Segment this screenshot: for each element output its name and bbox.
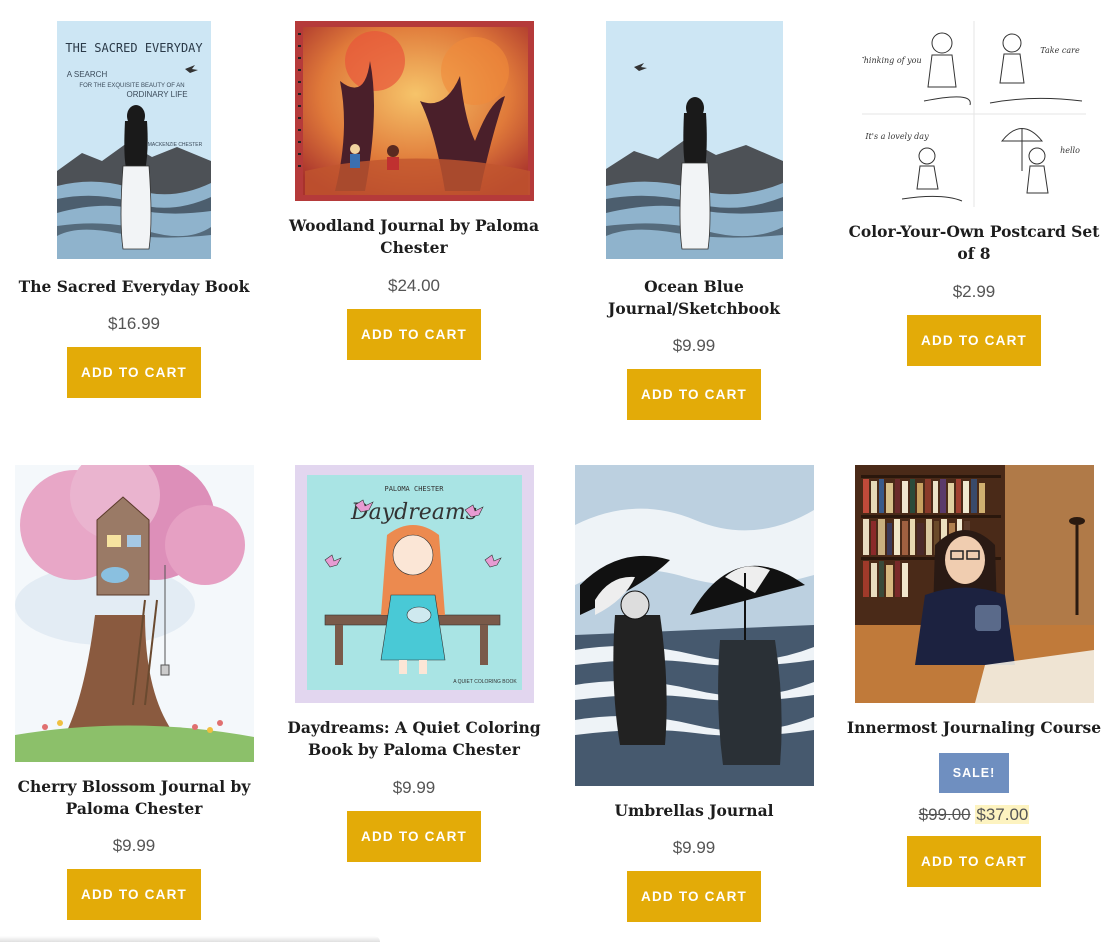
cover-author: MACKENZIE CHESTER — [148, 142, 203, 148]
cover-subtitle: A SEARCH — [67, 70, 108, 79]
add-to-cart-button[interactable]: ADD TO CART — [627, 369, 761, 420]
product-card: Umbrellas Journal $9.99 ADD TO CART — [554, 465, 834, 922]
product-title[interactable]: Innermost Journaling Course — [834, 717, 1114, 739]
postcard-caption: Thinking of you — [862, 56, 922, 65]
product-price: $99.00 $37.00 — [834, 805, 1114, 825]
product-price: $9.99 — [672, 336, 716, 355]
product-card: PALOMA CHESTER Daydreams A QUIET COLORIN… — [274, 465, 554, 862]
product-image[interactable] — [854, 465, 1094, 703]
postcard-set-art: Thinking of you Take care It's a lovely … — [862, 21, 1086, 207]
course-photo — [854, 465, 1094, 703]
product-image[interactable]: Thinking of you Take care It's a lovely … — [862, 21, 1086, 207]
original-price: $99.00 — [918, 805, 971, 824]
product-card: Woodland Journal by Paloma Chester $24.0… — [274, 21, 554, 360]
journal-cover-art — [14, 465, 254, 762]
product-title[interactable]: The Sacred Everyday Book — [0, 276, 274, 298]
add-to-cart-button[interactable]: ADD TO CART — [67, 347, 201, 398]
cover-subtitle: FOR THE EXQUISITE BEAUTY OF AN — [79, 83, 184, 89]
product-card: Thinking of you Take care It's a lovely … — [834, 21, 1114, 366]
product-price: $9.99 — [392, 778, 436, 797]
journal-cover-art — [574, 465, 814, 786]
product-image[interactable] — [14, 465, 254, 762]
journal-cover-art — [294, 21, 534, 201]
product-card: Cherry Blossom Journal by Paloma Chester… — [0, 465, 274, 920]
cover-title: THE SACRED EVERYDAY — [65, 41, 203, 55]
product-image[interactable]: PALOMA CHESTER Daydreams A QUIET COLORIN… — [294, 465, 534, 703]
product-image[interactable] — [574, 465, 814, 786]
product-title[interactable]: Ocean Blue Journal/Sketchbook — [554, 276, 834, 320]
product-title[interactable]: Umbrellas Journal — [554, 800, 834, 822]
add-to-cart-button[interactable]: ADD TO CART — [907, 836, 1041, 887]
product-image[interactable] — [294, 21, 534, 201]
postcard-caption: Take care — [1040, 46, 1080, 55]
product-title[interactable]: Cherry Blossom Journal by Paloma Chester — [0, 776, 274, 820]
add-to-cart-button[interactable]: ADD TO CART — [627, 871, 761, 922]
product-card: Innermost Journaling Course SALE! $99.00… — [834, 465, 1114, 887]
book-cover-art: THE SACRED EVERYDAY A SEARCH FOR THE EXQ… — [57, 21, 211, 259]
cover-footer: A QUIET COLORING BOOK — [453, 679, 517, 685]
add-to-cart-button[interactable]: ADD TO CART — [347, 309, 481, 360]
product-card: THE SACRED EVERYDAY A SEARCH FOR THE EXQ… — [0, 21, 274, 398]
coloring-book-cover-art: PALOMA CHESTER Daydreams A QUIET COLORIN… — [294, 465, 534, 703]
product-title[interactable]: Daydreams: A Quiet Coloring Book by Palo… — [274, 717, 554, 761]
product-card: Ocean Blue Journal/Sketchbook $9.99 ADD … — [554, 21, 834, 420]
postcard-caption: hello — [1060, 146, 1080, 155]
product-image[interactable] — [605, 21, 783, 259]
product-title[interactable]: Woodland Journal by Paloma Chester — [274, 215, 554, 259]
product-price: $9.99 — [672, 838, 716, 857]
cover-subtitle: ORDINARY LIFE — [126, 90, 187, 99]
product-price: $2.99 — [952, 282, 996, 301]
product-price: $24.00 — [388, 276, 440, 295]
bottom-shadow — [0, 936, 380, 942]
postcard-caption: It's a lovely day — [864, 132, 929, 141]
sale-price: $37.00 — [975, 805, 1030, 824]
cover-author: PALOMA CHESTER — [384, 485, 444, 493]
product-image[interactable]: THE SACRED EVERYDAY A SEARCH FOR THE EXQ… — [57, 21, 211, 259]
product-price: $9.99 — [112, 836, 156, 855]
add-to-cart-button[interactable]: ADD TO CART — [907, 315, 1041, 366]
add-to-cart-button[interactable]: ADD TO CART — [67, 869, 201, 920]
add-to-cart-button[interactable]: ADD TO CART — [347, 811, 481, 862]
journal-cover-art — [605, 21, 783, 259]
sale-badge: SALE! — [939, 753, 1009, 793]
product-title[interactable]: Color-Your-Own Postcard Set of 8 — [834, 221, 1114, 265]
product-price: $16.99 — [108, 314, 160, 333]
